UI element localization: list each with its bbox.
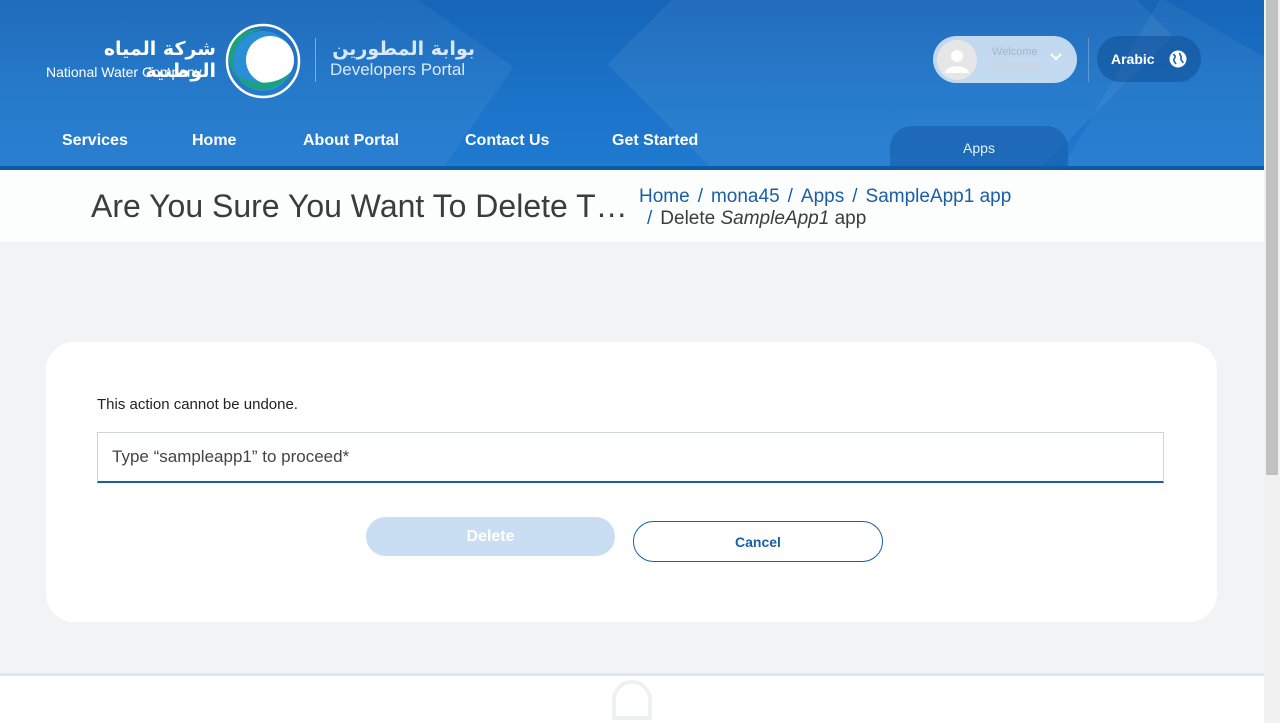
warning-message: This action cannot be undone. xyxy=(97,396,298,413)
nav-item-contact-us[interactable]: Contact Us xyxy=(465,132,549,150)
chevron-down-icon xyxy=(1050,53,1062,61)
breadcrumb-separator: / xyxy=(787,186,793,207)
breadcrumb-current: Delete SampleApp1 app xyxy=(660,208,866,230)
breadcrumb-current-app: SampleApp1 xyxy=(720,208,830,229)
delete-button[interactable]: Delete xyxy=(366,517,615,556)
welcome-label: Welcome xyxy=(992,46,1038,58)
avatar xyxy=(937,39,977,80)
footer-logo-mark xyxy=(612,680,652,720)
user-menu-button[interactable]: Welcome Monaaa xyxy=(933,36,1077,83)
page-title: Are You Sure You Want To Delete The Samp… xyxy=(91,188,631,224)
language-switch-button[interactable]: Arabic xyxy=(1097,36,1201,82)
breadcrumb-current-prefix: Delete xyxy=(660,208,716,229)
portal-english-title: Developers Portal xyxy=(330,60,466,79)
scrollbar-thumb[interactable] xyxy=(1266,0,1278,475)
cancel-button[interactable]: Cancel xyxy=(633,521,883,562)
tab-apps[interactable]: Apps xyxy=(890,126,1068,170)
breadcrumb-apps-link[interactable]: Apps xyxy=(801,186,844,208)
breadcrumb-current-suffix: app xyxy=(834,208,867,229)
nav-item-about-portal[interactable]: About Portal xyxy=(303,132,399,150)
nav-item-home[interactable]: Home xyxy=(192,132,236,150)
language-label: Arabic xyxy=(1111,51,1155,67)
nav-item-services[interactable]: Services xyxy=(62,132,128,150)
breadcrumb-separator: / xyxy=(852,186,858,207)
water-drop-logo-icon[interactable] xyxy=(224,22,302,104)
breadcrumb-separator: / xyxy=(647,208,653,229)
breadcrumb-separator: / xyxy=(697,186,703,207)
breadcrumb: Home / mona45/Apps / SampleApp1 app / Delete … xyxy=(639,186,1011,230)
confirm-app-name-input[interactable] xyxy=(97,432,1164,483)
nav-item-get-started[interactable]: Get Started xyxy=(612,132,698,150)
breadcrumb-app-link[interactable]: SampleApp1 app xyxy=(866,186,1012,208)
delete-confirmation-card: This action cannot be undone. Delete Can… xyxy=(46,342,1217,622)
logo-english-text: National Water Company xyxy=(46,64,202,80)
globe-icon xyxy=(1169,50,1187,68)
user-avatar-icon xyxy=(945,49,969,73)
breadcrumb-user-link[interactable]: mona45 xyxy=(711,186,780,208)
portal-arabic-title: بوابة المطورين xyxy=(332,38,475,60)
breadcrumb-home-link[interactable]: Home xyxy=(639,186,690,208)
username-label: Monaaa xyxy=(992,58,1041,73)
